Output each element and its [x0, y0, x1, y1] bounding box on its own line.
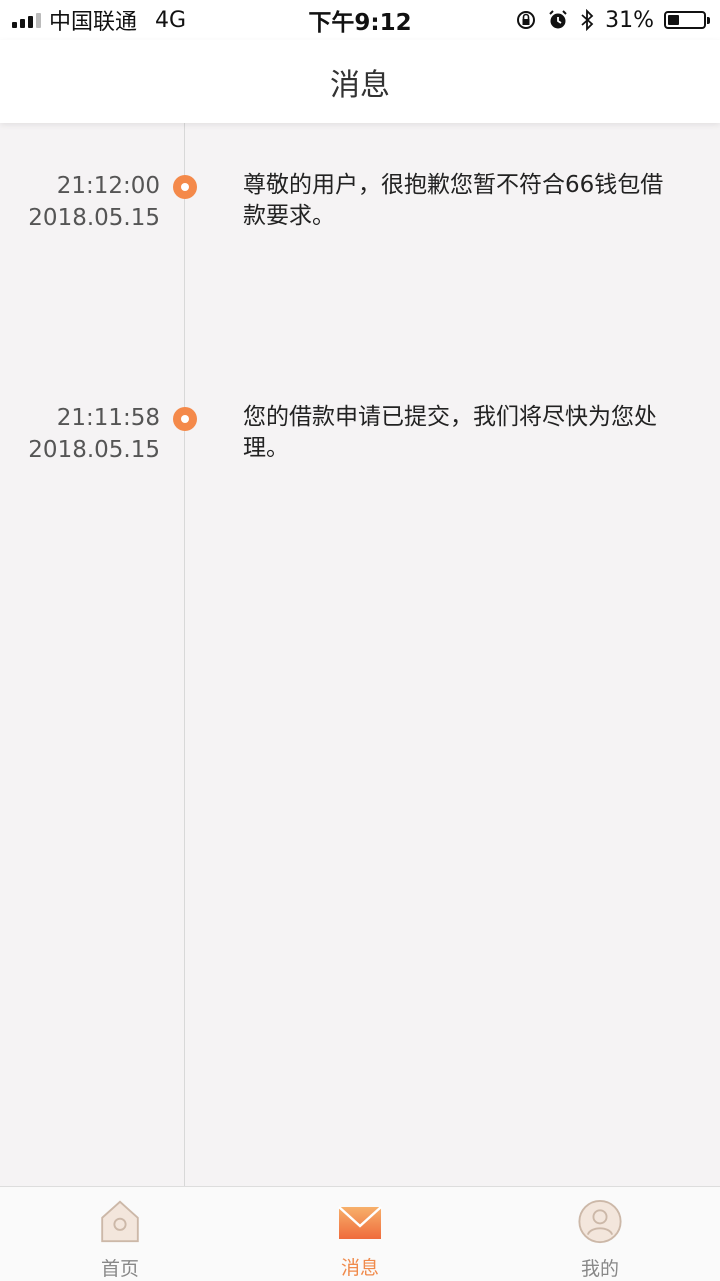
profile-icon	[578, 1199, 622, 1244]
orientation-lock-icon	[517, 11, 536, 29]
mail-icon	[338, 1206, 382, 1239]
tab-home-label: 首页	[100, 1258, 139, 1280]
tab-messages-label: 消息	[340, 1257, 379, 1279]
tab-bar: 首页 消息 我的	[0, 1186, 720, 1281]
signal-strength-icon	[12, 12, 41, 28]
message-time: 21:12:00	[56, 173, 160, 199]
tab-messages[interactable]: 消息	[240, 1187, 480, 1281]
battery-icon	[664, 11, 710, 29]
status-bar: 中国联通 4G 下午9:12 31%	[0, 0, 720, 40]
message-date: 2018.05.15	[28, 205, 160, 231]
timeline-line	[184, 123, 185, 1186]
message-text: 尊敬的用户，很抱歉您暂不符合66钱包借款要求。	[243, 172, 664, 229]
tab-profile[interactable]: 我的	[480, 1187, 720, 1281]
message-timestamp: 21:11:58 2018.05.15	[0, 402, 160, 466]
bluetooth-icon	[581, 9, 594, 31]
tab-home[interactable]: 首页	[0, 1187, 240, 1281]
nav-bar: 消息	[0, 40, 720, 123]
home-icon	[101, 1200, 139, 1243]
battery-level	[668, 15, 679, 25]
tab-profile-label: 我的	[580, 1258, 619, 1280]
message-time: 21:11:58	[56, 405, 160, 431]
battery-percent: 31%	[605, 7, 654, 33]
alarm-icon	[549, 10, 567, 29]
status-left: 中国联通 4G	[0, 4, 186, 36]
timeline-dot-icon	[173, 175, 197, 199]
message-text: 您的借款申请已提交，我们将尽快为您处理。	[243, 404, 657, 461]
message-timestamp: 21:12:00 2018.05.15	[0, 170, 160, 234]
page-title: 消息	[330, 67, 390, 103]
status-right: 31%	[515, 8, 720, 33]
network-type: 4G	[155, 7, 187, 33]
carrier-name: 中国联通	[49, 10, 138, 35]
message-date: 2018.05.15	[28, 437, 160, 463]
timeline-dot-icon	[173, 407, 197, 431]
